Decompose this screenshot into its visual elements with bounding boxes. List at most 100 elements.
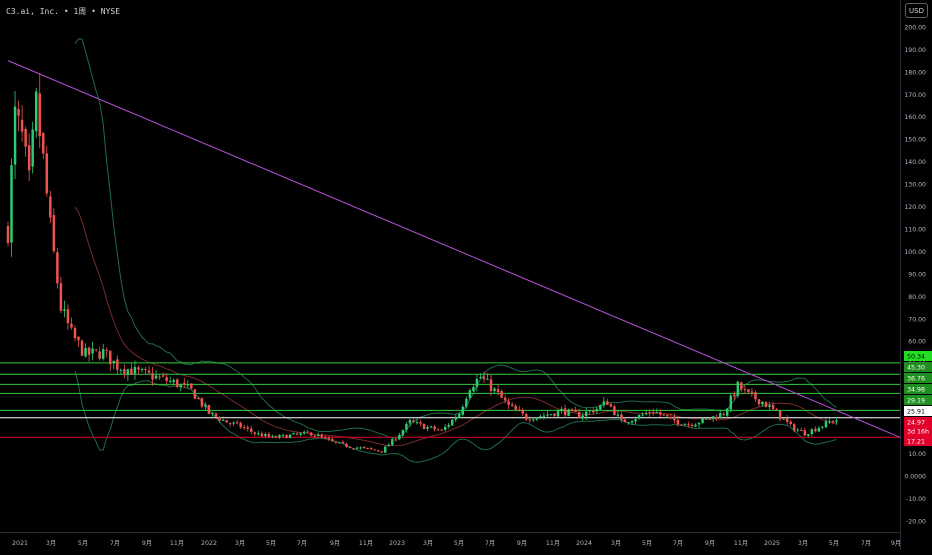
candle-body xyxy=(391,439,394,446)
time-tick-label: 9月 xyxy=(142,539,152,547)
candle-body xyxy=(366,447,369,449)
time-tick-label: 9月 xyxy=(705,539,715,547)
candle-body xyxy=(274,436,278,438)
candle-body xyxy=(186,384,190,386)
candle-body xyxy=(334,441,338,443)
time-tick-label: 7月 xyxy=(110,539,120,547)
candle-body xyxy=(302,431,306,434)
candle-body xyxy=(525,414,528,420)
candle-body xyxy=(140,369,144,371)
candle-body xyxy=(66,309,70,324)
candle-body xyxy=(91,348,94,354)
time-tick-label: 9月 xyxy=(517,539,527,547)
candle-body xyxy=(422,423,426,430)
time-tick-label: 2021 xyxy=(12,540,28,547)
candle-body xyxy=(98,351,101,359)
chart-plot-area[interactable] xyxy=(0,0,901,532)
candle-body xyxy=(105,349,108,351)
candle-body xyxy=(183,382,186,385)
candle-body xyxy=(500,391,503,398)
candle-body xyxy=(84,347,87,357)
candle-body xyxy=(729,395,733,410)
candle-body xyxy=(546,414,549,416)
candle-body xyxy=(602,401,606,406)
candle-body xyxy=(27,145,31,171)
candle-body xyxy=(673,416,676,421)
candle-body xyxy=(175,379,179,387)
candle-body xyxy=(239,422,242,428)
candle-body xyxy=(553,413,556,416)
candle-body xyxy=(242,427,246,429)
candle-body xyxy=(225,420,228,423)
header-separator: • xyxy=(63,7,69,16)
candle-body xyxy=(130,368,133,375)
candle-body xyxy=(676,419,680,425)
price-tick-label: 110.00 xyxy=(904,226,926,233)
price-tick-label: 140.00 xyxy=(904,159,926,166)
price-axis[interactable]: 200.00 190.00 180.00 170.00 160.00 150.00 140.… xyxy=(900,0,932,550)
candle-body xyxy=(133,367,137,374)
candle-body xyxy=(292,433,295,435)
candlestick-chart[interactable] xyxy=(0,0,901,532)
time-axis[interactable]: 2021 3月 5月 7月 9月 11月 2022 3月 5月 7月 9月 11月 2023 3月 5月 7月… xyxy=(0,532,901,550)
price-tick-label: -10.00 xyxy=(906,496,926,503)
time-tick-label: 11月 xyxy=(546,539,560,547)
candle-body xyxy=(775,409,778,411)
candle-body xyxy=(666,414,669,417)
candle-body xyxy=(458,413,461,418)
candle-body xyxy=(405,423,408,430)
candle-body xyxy=(59,283,63,311)
candle-body xyxy=(221,419,225,421)
time-tick-label: 5月 xyxy=(266,539,276,547)
candle-body xyxy=(630,421,634,423)
candle-body xyxy=(736,381,740,396)
time-tick-label: 5月 xyxy=(642,539,652,547)
price-tick-label: 170.00 xyxy=(904,92,926,99)
candle-body xyxy=(24,128,27,147)
candle-body xyxy=(376,450,380,452)
candle-body xyxy=(539,416,542,418)
candle-body xyxy=(80,340,84,356)
time-tick-label: 5月 xyxy=(829,539,839,547)
candle-body xyxy=(271,436,274,438)
candle-body xyxy=(831,421,835,423)
candle-body xyxy=(398,434,401,440)
candle-body xyxy=(119,369,123,371)
candle-body xyxy=(486,379,489,381)
candle-body xyxy=(814,428,817,432)
candle-body xyxy=(200,398,204,407)
candle-body xyxy=(514,405,517,410)
candle-body xyxy=(257,433,260,435)
candle-body xyxy=(112,360,116,363)
candle-body xyxy=(606,401,609,405)
candle-body xyxy=(680,424,683,426)
candle-body xyxy=(73,328,77,339)
symbol-name: C3.ai, Inc. xyxy=(6,7,59,16)
time-tick-label: 11月 xyxy=(734,539,748,547)
candle-body xyxy=(137,367,140,370)
price-tick-label: 150.00 xyxy=(904,137,926,144)
price-level-badge-label: 29.19 xyxy=(907,398,925,405)
candle-body xyxy=(38,93,41,137)
time-tick-label: 2023 xyxy=(389,540,405,547)
candle-body xyxy=(694,424,697,427)
candle-body xyxy=(782,418,785,420)
candle-body xyxy=(126,369,130,375)
candle-body xyxy=(465,398,468,407)
interval-label: 1周 xyxy=(73,7,87,16)
time-tick-label: 11月 xyxy=(359,539,373,547)
currency-button[interactable]: USD xyxy=(905,3,928,18)
candle-body xyxy=(581,415,584,419)
candle-body xyxy=(824,421,828,428)
candle-body xyxy=(651,412,655,414)
candle-body xyxy=(331,439,334,442)
candle-body xyxy=(733,394,736,397)
candle-body xyxy=(800,429,803,431)
time-tick-label: 7月 xyxy=(861,539,871,547)
candle-body xyxy=(172,380,175,383)
candle-body xyxy=(715,416,718,419)
candle-body xyxy=(761,401,764,405)
candle-body xyxy=(517,409,521,411)
candle-body xyxy=(288,434,292,438)
candle-body xyxy=(34,91,38,132)
